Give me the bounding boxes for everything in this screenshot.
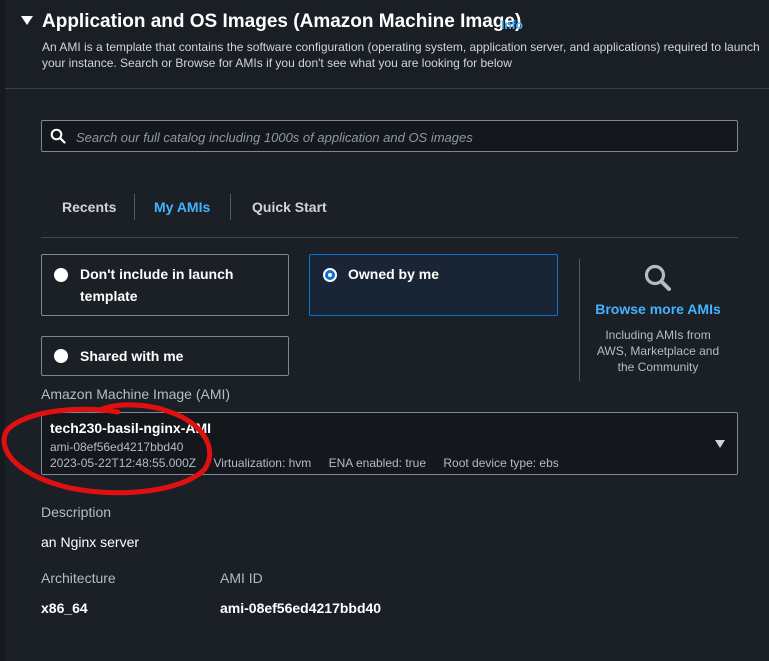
tab-divider bbox=[230, 194, 231, 220]
collapse-caret-icon[interactable] bbox=[21, 16, 33, 25]
browse-more-section: Browse more AMIs Including AMIs from AWS… bbox=[593, 259, 723, 375]
ami-virtualization: Virtualization: hvm bbox=[213, 456, 312, 470]
ami-id-label: AMI ID bbox=[220, 570, 263, 586]
ami-select[interactable]: tech230-basil-nginx-AMI ami-08ef56ed4217… bbox=[41, 412, 738, 475]
tab-divider bbox=[134, 194, 135, 220]
tab-recents[interactable]: Recents bbox=[62, 199, 116, 215]
description-value: an Nginx server bbox=[41, 534, 140, 550]
option-dont-include[interactable]: Don't include in launch template bbox=[41, 254, 289, 316]
info-link[interactable]: Info bbox=[501, 18, 523, 32]
chevron-down-icon[interactable] bbox=[715, 440, 725, 448]
ami-panel: Application and OS Images (Amazon Machin… bbox=[5, 0, 769, 661]
section-header: Application and OS Images (Amazon Machin… bbox=[5, 0, 769, 89]
section-body: Recents My AMIs Quick Start Don't includ… bbox=[5, 89, 769, 661]
option-label: Owned by me bbox=[348, 266, 440, 282]
tab-my-amis[interactable]: My AMIs bbox=[154, 199, 210, 215]
option-label: Don't include in launch template bbox=[80, 266, 234, 304]
ami-ena: ENA enabled: true bbox=[328, 456, 427, 470]
option-shared-with-me[interactable]: Shared with me bbox=[41, 336, 289, 376]
ami-metadata: 2023-05-22T12:48:55.000Z Virtualization:… bbox=[50, 456, 573, 470]
description-label: Description bbox=[41, 504, 112, 520]
option-owned-by-me[interactable]: Owned by me bbox=[309, 254, 558, 316]
ami-search-box[interactable] bbox=[41, 120, 738, 153]
radio-button[interactable] bbox=[54, 268, 68, 282]
architecture-label: Architecture bbox=[41, 570, 116, 586]
search-icon bbox=[50, 128, 66, 144]
radio-button-checked[interactable] bbox=[323, 268, 337, 282]
option-label: Shared with me bbox=[80, 348, 184, 364]
ami-root-device: Root device type: ebs bbox=[443, 456, 559, 470]
ami-date: 2023-05-22T12:48:55.000Z bbox=[50, 456, 197, 470]
architecture-value: x86_64 bbox=[41, 600, 88, 616]
search-input[interactable] bbox=[74, 121, 728, 153]
browse-more-amis-link[interactable]: Browse more AMIs bbox=[593, 301, 723, 317]
radio-button[interactable] bbox=[54, 349, 68, 363]
vertical-divider bbox=[579, 259, 580, 381]
section-description: An AMI is a template that contains the s… bbox=[42, 40, 760, 70]
search-icon bbox=[644, 264, 671, 291]
browse-subtext: Including AMIs from AWS, Marketplace and… bbox=[596, 328, 720, 374]
ami-tabs: Recents My AMIs Quick Start bbox=[41, 187, 738, 238]
ami-field-label: Amazon Machine Image (AMI) bbox=[41, 386, 231, 402]
ami-name: tech230-basil-nginx-AMI bbox=[50, 420, 212, 436]
section-title: Application and OS Images (Amazon Machin… bbox=[42, 11, 522, 32]
tab-quick-start[interactable]: Quick Start bbox=[252, 199, 327, 215]
ami-id: ami-08ef56ed4217bbd40 bbox=[50, 440, 184, 454]
ami-id-value: ami-08ef56ed4217bbd40 bbox=[220, 600, 382, 616]
